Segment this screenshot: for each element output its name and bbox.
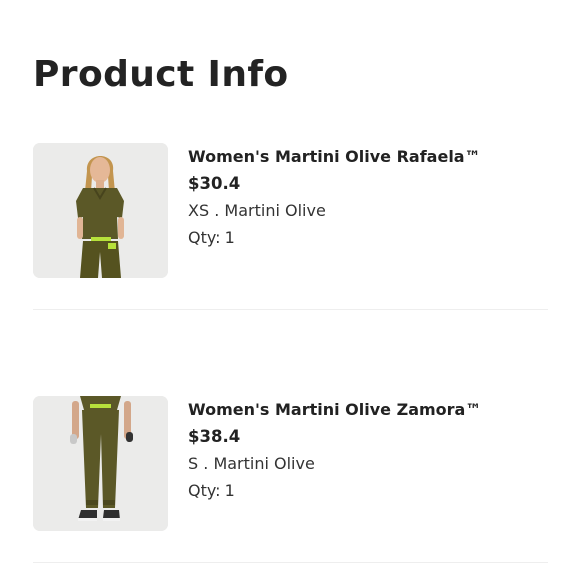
scrubs-top-and-pants-photo-icon [33,143,168,278]
variant-separator: . [214,201,220,220]
product-name[interactable]: Women's Martini Olive Zamora™ [188,399,548,420]
product-color: Martini Olive [213,454,315,473]
product-item: Women's Martini Olive Zamora™ $38.4 S . … [33,396,548,563]
product-size: S [188,454,199,473]
product-variant: S . Martini Olive [188,453,548,474]
product-details: Women's Martini Olive Rafaela™ $30.4 XS … [188,146,548,248]
product-price: $38.4 [188,427,241,446]
variant-separator: . [203,454,209,473]
product-image [33,143,168,278]
quantity-label: Qty: [188,481,221,500]
product-info-page: Product Info Women's Martini Olive Rafae… [0,0,580,580]
product-size: XS [188,201,210,220]
product-color: Martini Olive [224,201,326,220]
product-quantity: Qty: 1 [188,480,548,501]
quantity-value: 1 [224,481,235,500]
page-title: Product Info [33,54,289,95]
product-variant: XS . Martini Olive [188,200,548,221]
product-image [33,396,168,531]
quantity-label: Qty: [188,228,221,247]
quantity-value: 1 [224,228,235,247]
scrubs-jogger-pants-photo-icon [33,396,168,531]
product-name[interactable]: Women's Martini Olive Rafaela™ [188,146,548,167]
product-details: Women's Martini Olive Zamora™ $38.4 S . … [188,399,548,501]
product-price: $30.4 [188,174,241,193]
product-item: Women's Martini Olive Rafaela™ $30.4 XS … [33,143,548,310]
product-quantity: Qty: 1 [188,227,548,248]
